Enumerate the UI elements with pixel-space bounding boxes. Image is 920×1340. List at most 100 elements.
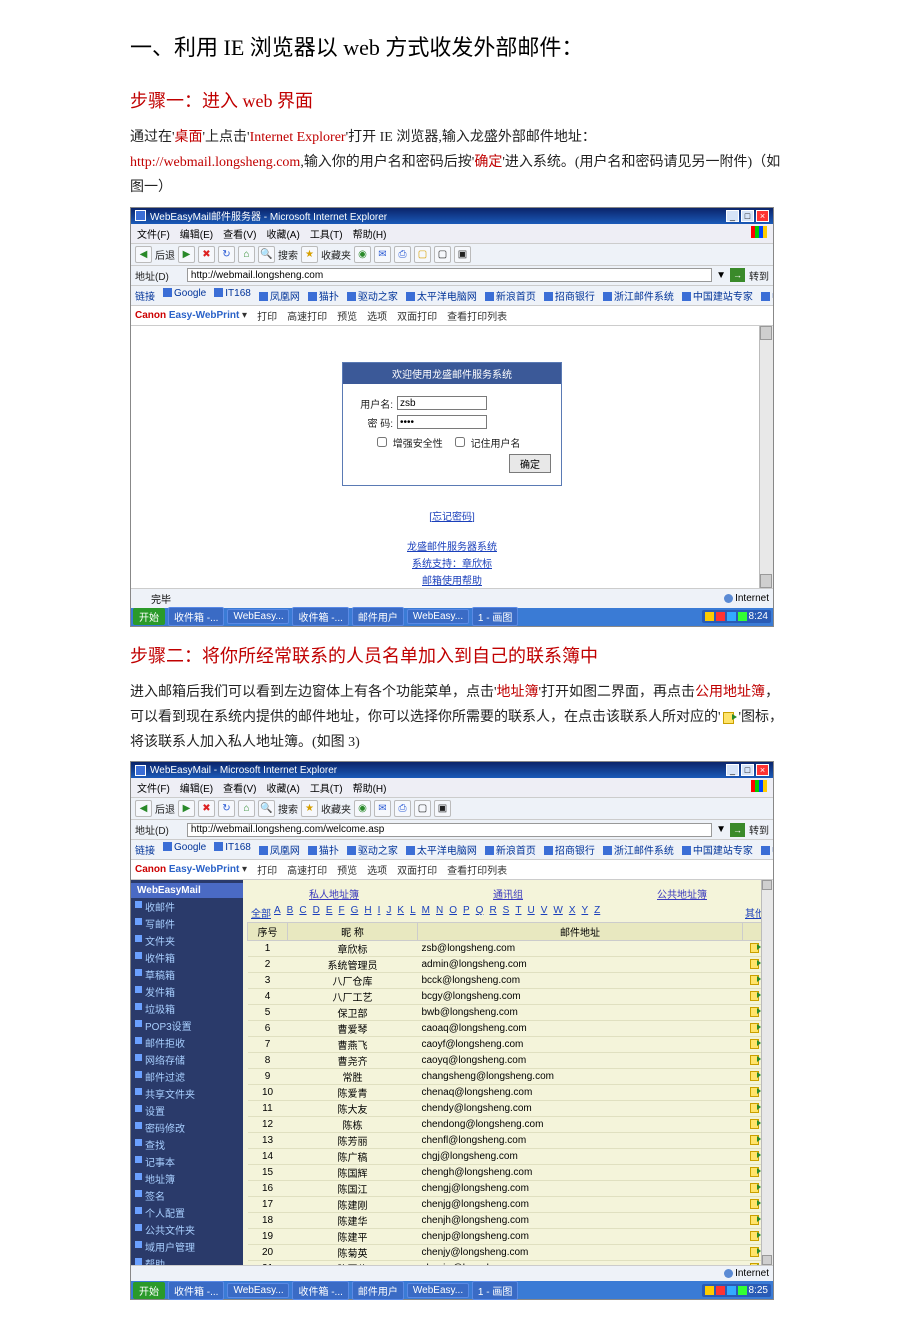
sidebar-item[interactable]: 查找 (131, 1136, 243, 1153)
task-button[interactable]: WebEasy... (227, 609, 289, 624)
link-item[interactable]: 凤凰网 (259, 288, 300, 303)
menu-item[interactable]: 查看(V) (223, 226, 256, 241)
link-item[interactable]: 中国建站专家 (682, 288, 753, 303)
alpha-letter[interactable]: E (326, 905, 333, 920)
menu-item[interactable]: 文件(F) (137, 780, 170, 795)
add-contact-icon[interactable] (750, 990, 761, 1000)
print-button[interactable]: ⎙ (394, 800, 411, 817)
remember-user-checkbox[interactable] (455, 437, 465, 447)
refresh-button[interactable]: ↻ (218, 246, 235, 263)
add-contact-icon[interactable] (750, 1214, 761, 1224)
forgot-password-link[interactable]: [忘记密码] (407, 508, 497, 523)
scroll-down-icon[interactable] (760, 574, 772, 588)
alpha-letter[interactable]: X (569, 905, 576, 920)
add-contact-icon[interactable] (750, 1182, 761, 1192)
link-item[interactable]: 浙江邮件系统 (603, 288, 674, 303)
alpha-letter[interactable]: S (503, 905, 510, 920)
task-button[interactable]: WebEasy... (407, 1283, 469, 1298)
password-input[interactable] (397, 415, 487, 429)
link-item[interactable]: 中国建站专家 (682, 842, 753, 857)
scroll-up-icon[interactable] (762, 880, 772, 890)
canon-item[interactable]: 预览 (337, 308, 357, 323)
enhance-security-checkbox[interactable] (377, 437, 387, 447)
tab-group[interactable]: 通讯组 (421, 884, 595, 903)
canon-item[interactable]: 双面打印 (397, 308, 437, 323)
task-button[interactable]: 收件箱 -... (292, 1281, 348, 1300)
start-button[interactable]: 开始 (133, 608, 165, 625)
stop-button[interactable]: ✖ (198, 800, 215, 817)
alpha-letter[interactable]: C (299, 905, 306, 920)
task-button[interactable]: 邮件用户 (352, 1281, 404, 1300)
canon-item[interactable]: 高速打印 (287, 308, 327, 323)
sidebar-item[interactable]: 公共文件夹 (131, 1221, 243, 1238)
add-contact-icon[interactable] (750, 1134, 761, 1144)
stop-button[interactable]: ✖ (198, 246, 215, 263)
add-contact-icon[interactable] (750, 1022, 761, 1032)
alpha-letter[interactable]: Q (476, 905, 484, 920)
sidebar-item[interactable]: 垃圾箱 (131, 1000, 243, 1017)
mail-button[interactable]: ✉ (374, 800, 391, 817)
alpha-letter[interactable]: O (449, 905, 457, 920)
sidebar-item[interactable]: 收邮件 (131, 898, 243, 915)
alpha-letter[interactable]: F (338, 905, 344, 920)
alpha-letter[interactable]: Z (594, 905, 600, 920)
add-contact-icon[interactable] (750, 1038, 761, 1048)
menu-item[interactable]: 收藏(A) (266, 226, 299, 241)
username-input[interactable] (397, 396, 487, 410)
link-item[interactable]: IT168 (214, 842, 251, 857)
history-button[interactable]: ◉ (354, 800, 371, 817)
link-item[interactable]: 驱动之家 (347, 842, 398, 857)
task-button[interactable]: 收件箱 -... (168, 1281, 224, 1300)
minimize-button[interactable]: _ (726, 210, 739, 222)
alpha-letter[interactable]: T (515, 905, 521, 920)
menu-item[interactable]: 收藏(A) (266, 780, 299, 795)
misc-button[interactable]: ▣ (454, 246, 471, 263)
alpha-letter[interactable]: U (527, 905, 534, 920)
sidebar-item[interactable]: 个人配置 (131, 1204, 243, 1221)
menu-item[interactable]: 帮助(H) (353, 226, 387, 241)
misc-button[interactable]: ▣ (434, 800, 451, 817)
link-item[interactable]: 新浪首页 (485, 842, 536, 857)
go-button[interactable]: → (730, 823, 745, 837)
menu-item[interactable]: 工具(T) (310, 780, 343, 795)
menu-item[interactable]: 编辑(E) (180, 780, 213, 795)
sidebar-item[interactable]: 设置 (131, 1102, 243, 1119)
sidebar-item[interactable]: 记事本 (131, 1153, 243, 1170)
scroll-up-icon[interactable] (760, 326, 772, 340)
alpha-letter[interactable]: R (489, 905, 496, 920)
link-item[interactable]: 太平洋电脑网 (406, 842, 477, 857)
link-item[interactable]: IT168 (214, 288, 251, 303)
alpha-letter[interactable]: A (274, 905, 281, 920)
canon-item[interactable]: 选项 (367, 862, 387, 877)
alpha-letter[interactable]: I (378, 905, 381, 920)
add-contact-icon[interactable] (750, 1054, 761, 1064)
add-contact-icon[interactable] (750, 1070, 761, 1080)
minimize-button[interactable]: _ (726, 764, 739, 776)
canon-item[interactable]: 查看打印列表 (447, 308, 507, 323)
add-contact-icon[interactable] (750, 1118, 761, 1128)
link-item[interactable]: 凤凰网 (259, 842, 300, 857)
close-button[interactable]: × (756, 764, 769, 776)
sidebar-item[interactable]: 域用户管理 (131, 1238, 243, 1255)
print-button[interactable]: ⎙ (394, 246, 411, 263)
sidebar-item[interactable]: 发件箱 (131, 983, 243, 1000)
link-item[interactable]: 驱动之家 (347, 288, 398, 303)
edit-button[interactable]: ▢ (414, 246, 431, 263)
canon-item[interactable]: 查看打印列表 (447, 862, 507, 877)
search-button[interactable]: 🔍 (258, 800, 275, 817)
add-contact-icon[interactable] (750, 1150, 761, 1160)
add-contact-icon[interactable] (750, 1262, 761, 1265)
menu-item[interactable]: 编辑(E) (180, 226, 213, 241)
mail-button[interactable]: ✉ (374, 246, 391, 263)
canon-item[interactable]: 预览 (337, 862, 357, 877)
alpha-all[interactable]: 全部 (251, 905, 271, 920)
alpha-letter[interactable]: P (463, 905, 470, 920)
discuss-button[interactable]: ▢ (434, 246, 451, 263)
task-button[interactable]: 收件箱 -... (168, 607, 224, 626)
canon-item[interactable]: 选项 (367, 308, 387, 323)
forward-button[interactable]: ▶ (178, 246, 195, 263)
sidebar-item[interactable]: 写邮件 (131, 915, 243, 932)
help-link[interactable]: 邮箱使用帮助 (407, 572, 497, 587)
sidebar-item[interactable]: 收件箱 (131, 949, 243, 966)
task-button[interactable]: WebEasy... (227, 1283, 289, 1298)
